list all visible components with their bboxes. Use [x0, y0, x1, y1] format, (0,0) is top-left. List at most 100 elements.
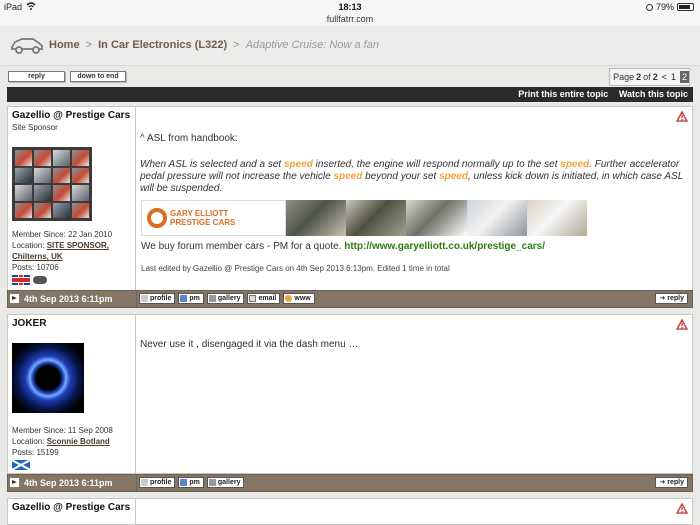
highlight-speed: speed: [439, 171, 468, 182]
reply-button[interactable]: ➔ reply: [655, 477, 688, 488]
post-body: ^ ASL from handbook: When ASL is selecte…: [138, 107, 692, 290]
breadcrumb-topic: Adaptive Cruise: Now a fan: [245, 39, 379, 51]
gallery-button[interactable]: gallery: [206, 293, 245, 304]
gallery-icon: [208, 479, 216, 486]
print-topic-link[interactable]: Print this entire topic: [518, 89, 608, 99]
warning-icon[interactable]: [676, 503, 688, 514]
breadcrumb-separator: >: [233, 39, 240, 51]
avatar: [12, 147, 92, 221]
pm-button[interactable]: pm: [178, 293, 204, 304]
post-count: Posts: 15199: [12, 448, 59, 457]
page-label: Page: [613, 72, 635, 82]
car-badge-icon: [33, 276, 47, 284]
pm-icon: [180, 295, 188, 302]
breadcrumb-forum[interactable]: In Car Electronics (L322): [98, 39, 227, 51]
profile-icon: [141, 479, 148, 486]
breadcrumb: Home > In Car Electronics (L322) > Adapt…: [0, 26, 700, 66]
author-name[interactable]: Gazellio @ Prestige Cars: [12, 502, 131, 514]
warning-icon[interactable]: [676, 111, 688, 122]
member-since: Member Since: 22 Jan 2010: [12, 230, 113, 239]
post-date: 4th Sep 2013 6:11pm: [8, 291, 137, 307]
car-photo: [526, 200, 588, 236]
post-action-buttons: profile pm gallery: [139, 477, 245, 488]
car-icon: [11, 38, 43, 54]
author-panel: Gazellio @ Prestige Cars: [8, 499, 136, 524]
post-intro: ^ ASL from handbook:: [140, 133, 238, 144]
dealer-link[interactable]: http://www.garyelliott.co.uk/prestige_ca…: [344, 241, 545, 252]
post-count: Posts: 10706: [12, 263, 59, 272]
car-photo: [406, 200, 467, 236]
email-button[interactable]: email: [247, 293, 281, 304]
author-meta: Member Since: 11 Sep 2008 Location: Scon…: [12, 425, 113, 473]
highlight-speed: speed: [283, 159, 313, 170]
highlight-speed: speed: [560, 159, 590, 170]
post-body: Never use it , disengaged it via the das…: [138, 315, 692, 473]
post-gazellio-next: Gazellio @ Prestige Cars: [7, 498, 693, 525]
car-photo: [466, 200, 527, 236]
previous-page-button[interactable]: <: [662, 72, 667, 82]
topic-actions-bar: Print this entire topic Watch this topic: [7, 87, 693, 102]
badges: [12, 275, 135, 288]
page-1-link[interactable]: 1: [671, 72, 676, 82]
author-name[interactable]: Gazellio @ Prestige Cars: [12, 110, 131, 122]
logo-ring-icon: [147, 208, 167, 228]
warning-icon[interactable]: [676, 319, 688, 330]
down-to-end-button[interactable]: down to end: [70, 71, 126, 82]
rotation-lock-icon: [645, 3, 653, 11]
car-photo: [346, 200, 407, 236]
author-panel: Gazellio @ Prestige Cars Site Sponsor Me…: [8, 107, 136, 290]
email-icon: [249, 295, 257, 302]
www-button[interactable]: www: [283, 293, 315, 304]
post-date: 4th Sep 2013 6:11pm: [8, 475, 137, 491]
pagination: Page 2 of 2 < 1 2: [609, 68, 690, 86]
post-footer: 4th Sep 2013 6:11pm profile pm gallery e…: [7, 290, 693, 308]
avatar: [12, 343, 84, 413]
pm-icon: [180, 479, 188, 486]
buy-text: We buy forum member cars - PM for a quot…: [141, 241, 342, 252]
author-location: Location: Sconnie Botland: [12, 436, 113, 447]
gallery-button[interactable]: gallery: [206, 477, 245, 488]
author-name[interactable]: JOKER: [12, 318, 131, 330]
location-link[interactable]: Sconnie Botland: [47, 437, 110, 446]
watch-topic-link[interactable]: Watch this topic: [619, 89, 688, 99]
address-bar[interactable]: fullfatrr.com: [0, 14, 700, 24]
post-action-buttons: profile pm gallery email www: [139, 293, 315, 304]
post-text: Never use it , disengaged it via the das…: [140, 339, 359, 350]
post-body: [138, 499, 692, 524]
highlight-speed: speed: [333, 171, 363, 182]
breadcrumb-row: Home > In Car Electronics (L322) > Adapt…: [49, 39, 379, 51]
uk-flag-icon: [12, 275, 30, 285]
profile-icon: [141, 295, 148, 302]
page-2-current: 2: [679, 71, 689, 83]
member-since: Member Since: 11 Sep 2008: [12, 426, 113, 435]
edit-note: Last edited by Gazellio @ Prestige Cars …: [141, 264, 450, 273]
reply-button[interactable]: reply: [8, 71, 65, 82]
post-gazellio: Gazellio @ Prestige Cars Site Sponsor Me…: [7, 106, 693, 291]
post-date-text: 4th Sep 2013 6:11pm: [24, 294, 113, 304]
author-meta: Member Since: 22 Jan 2010 Location: SITE…: [12, 229, 135, 288]
post-marker-icon: [10, 294, 19, 303]
scotland-flag-icon: [12, 460, 30, 470]
battery-icon: [677, 3, 694, 11]
status-right: 79%: [645, 2, 694, 12]
reply-button[interactable]: ➔ reply: [655, 293, 688, 304]
handbook-quote: When ASL is selected and a set speed ins…: [140, 159, 684, 194]
gallery-icon: [208, 295, 216, 302]
clock: 18:13: [338, 2, 362, 12]
breadcrumb-home[interactable]: Home: [49, 39, 80, 51]
pm-button[interactable]: pm: [178, 477, 204, 488]
location-label: Location:: [12, 437, 45, 446]
author-location: Location: SITE SPONSOR, Chilterns, UK: [12, 240, 135, 262]
battery-percent: 79%: [655, 2, 674, 12]
author-role: Site Sponsor: [12, 123, 58, 132]
status-bar: iPad 18:13 fullfatrr.com 79%: [0, 0, 700, 26]
post-footer: 4th Sep 2013 6:11pm profile pm gallery ➔…: [7, 474, 693, 492]
post-marker-icon: [10, 478, 19, 487]
author-panel: JOKER Member Since: 11 Sep 2008 Location…: [8, 315, 136, 473]
reply-arrow-icon: ➔: [659, 295, 666, 302]
profile-button[interactable]: profile: [139, 293, 176, 304]
profile-button[interactable]: profile: [139, 477, 176, 488]
reply-arrow-icon: ➔: [659, 479, 666, 486]
breadcrumb-separator: >: [85, 39, 93, 51]
signature-banner[interactable]: GARY ELLIOTT PRESTIGE CARS: [141, 200, 588, 236]
